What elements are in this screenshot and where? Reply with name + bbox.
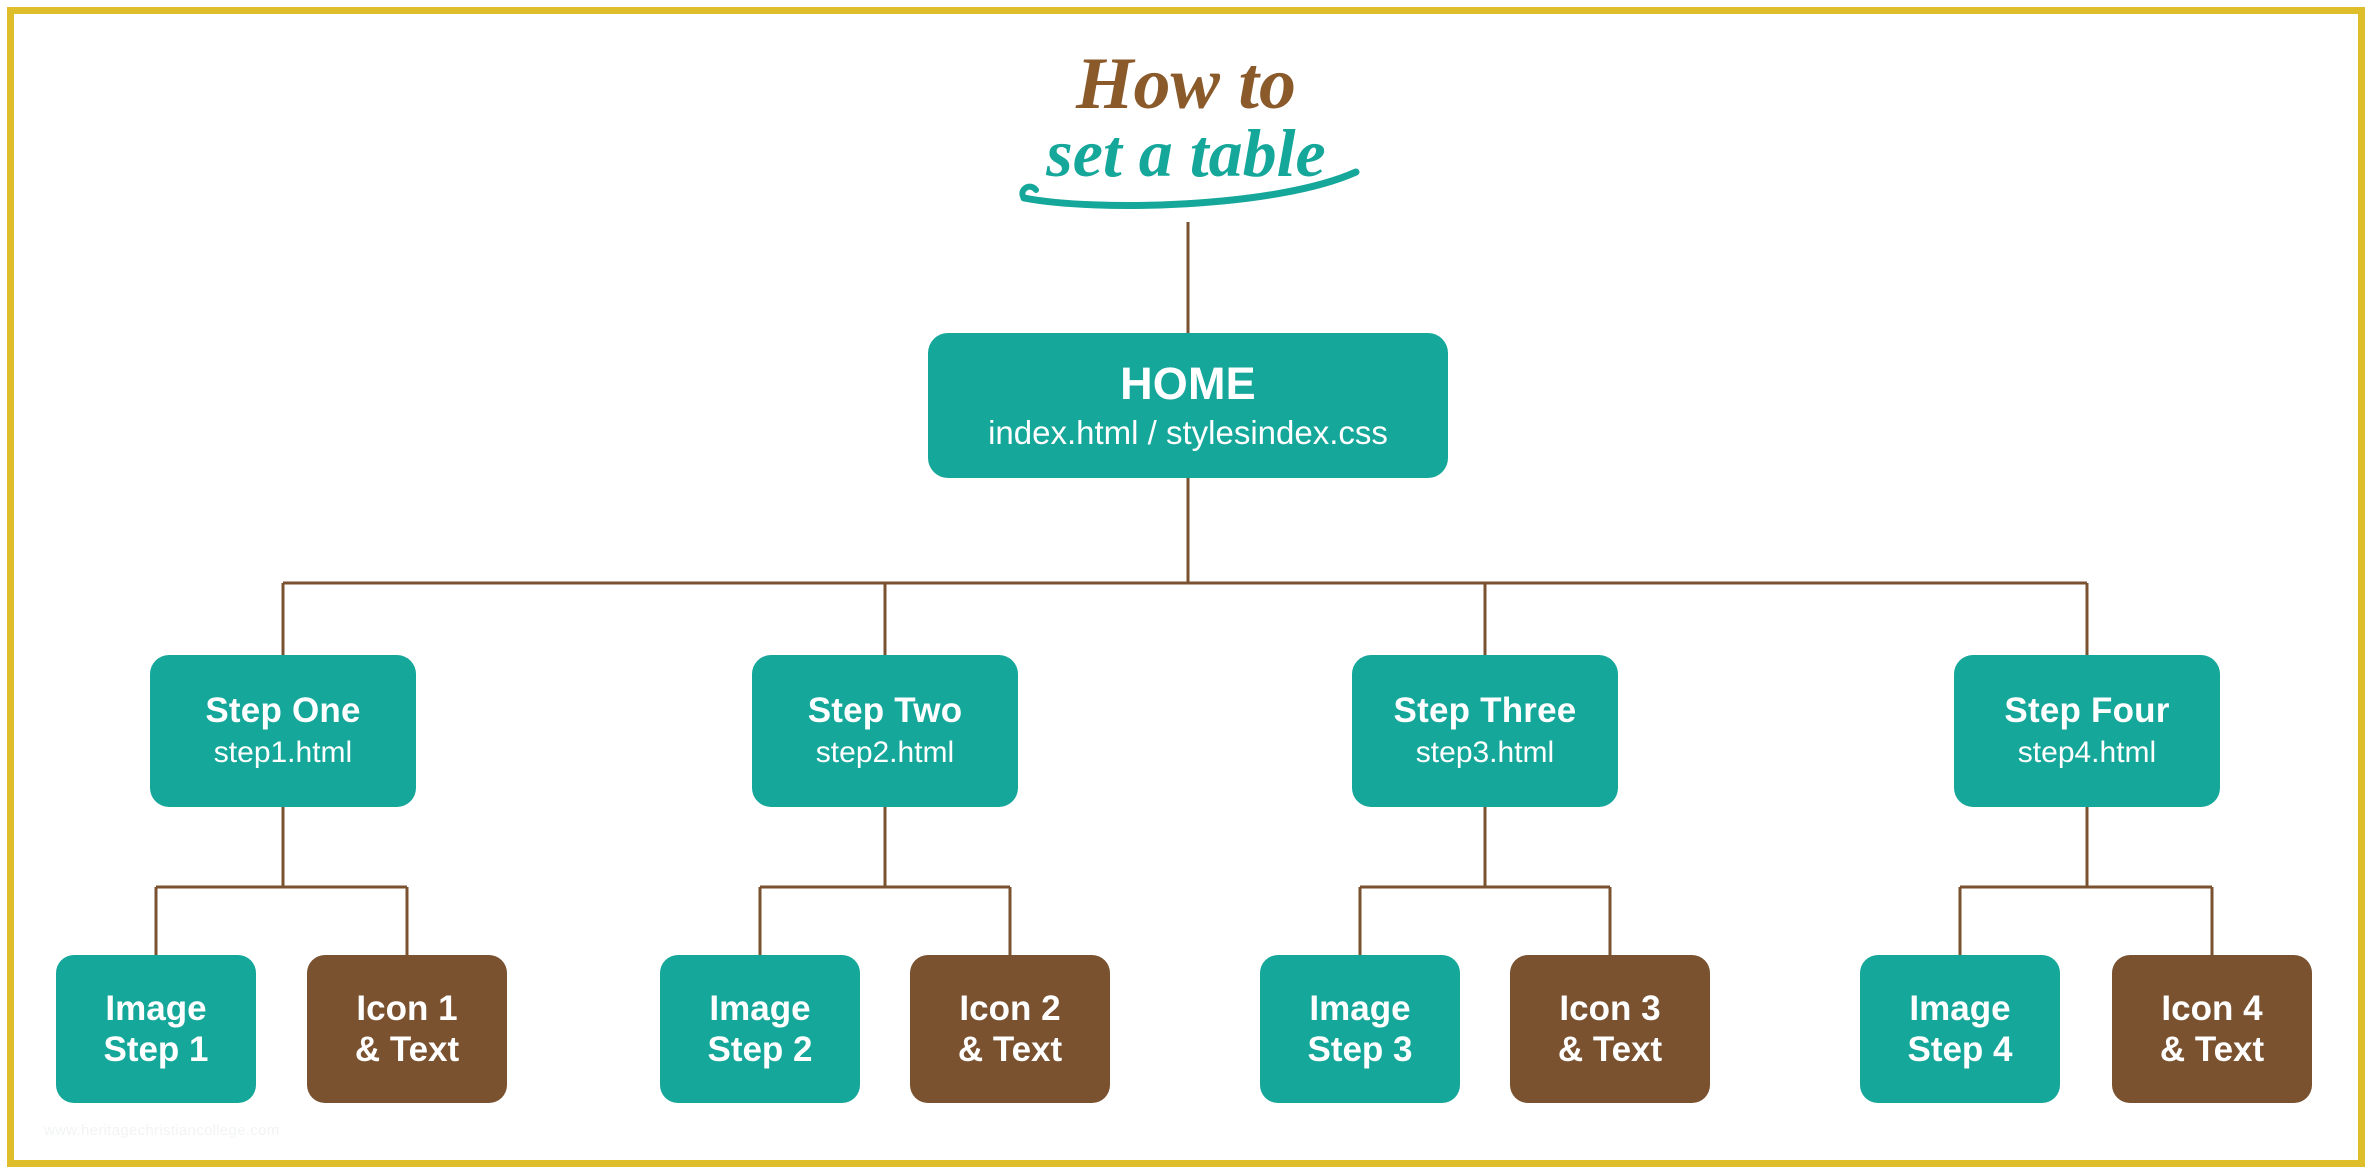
- node-image-step-4-line-1: Image: [1909, 988, 2011, 1028]
- node-step-four-title: Step Four: [2004, 691, 2170, 731]
- title-line-2: set a table: [1045, 115, 1326, 191]
- node-image-step-2-line-2: Step 2: [707, 1030, 813, 1069]
- node-icon-2-and-text[interactable]: Icon 2 & Text: [910, 955, 1110, 1103]
- node-step-two[interactable]: Step Two step2.html: [752, 655, 1018, 807]
- node-step-one-title: Step One: [205, 691, 361, 731]
- node-step-four-subtitle: step4.html: [2017, 736, 2157, 770]
- watermark-text: www.heritagechristiancollege.com: [44, 1122, 280, 1139]
- node-image-step-2[interactable]: Image Step 2: [660, 955, 860, 1103]
- node-home-subtitle: index.html / stylesindex.css: [988, 413, 1388, 451]
- node-home-title: HOME: [1120, 358, 1256, 410]
- node-image-step-1[interactable]: Image Step 1: [56, 955, 256, 1103]
- node-step-three-subtitle: step3.html: [1415, 736, 1555, 770]
- node-image-step-4[interactable]: Image Step 4: [1860, 955, 2060, 1103]
- node-step-three[interactable]: Step Three step3.html: [1352, 655, 1618, 807]
- node-step-one-subtitle: step1.html: [213, 736, 353, 770]
- node-image-step-3-line-2: Step 3: [1307, 1030, 1413, 1069]
- sitemap-diagram: How to set a table HOME index.html / sty…: [0, 0, 2372, 1174]
- node-step-three-title: Step Three: [1393, 691, 1577, 731]
- node-icon-2-line-1: Icon 2: [959, 988, 1061, 1028]
- node-image-step-1-line-2: Step 1: [103, 1030, 209, 1069]
- node-icon-1-and-text[interactable]: Icon 1 & Text: [307, 955, 507, 1103]
- node-icon-3-line-1: Icon 3: [1559, 988, 1661, 1028]
- node-image-step-3[interactable]: Image Step 3: [1260, 955, 1460, 1103]
- title-script-lettering: How to set a table: [1019, 43, 1360, 209]
- node-icon-4-line-2: & Text: [2159, 1030, 2265, 1069]
- node-icon-2-line-2: & Text: [957, 1030, 1063, 1069]
- node-step-two-title: Step Two: [807, 691, 963, 731]
- node-step-one[interactable]: Step One step1.html: [150, 655, 416, 807]
- node-home[interactable]: HOME index.html / stylesindex.css: [928, 333, 1448, 478]
- node-icon-1-line-1: Icon 1: [356, 988, 458, 1028]
- node-icon-4-line-1: Icon 4: [2161, 988, 2263, 1028]
- node-image-step-3-line-1: Image: [1309, 988, 1411, 1028]
- node-icon-3-and-text[interactable]: Icon 3 & Text: [1510, 955, 1710, 1103]
- node-icon-4-and-text[interactable]: Icon 4 & Text: [2112, 955, 2312, 1103]
- node-icon-3-line-2: & Text: [1557, 1030, 1663, 1069]
- title-line-1: How to: [1075, 43, 1296, 125]
- node-step-two-subtitle: step2.html: [815, 736, 955, 770]
- node-step-four[interactable]: Step Four step4.html: [1954, 655, 2220, 807]
- node-image-step-1-line-1: Image: [105, 988, 207, 1028]
- node-image-step-4-line-2: Step 4: [1907, 1030, 2013, 1069]
- node-image-step-2-line-1: Image: [709, 988, 811, 1028]
- node-icon-1-line-2: & Text: [354, 1030, 460, 1069]
- diagram-title: How to set a table: [0, 30, 2372, 210]
